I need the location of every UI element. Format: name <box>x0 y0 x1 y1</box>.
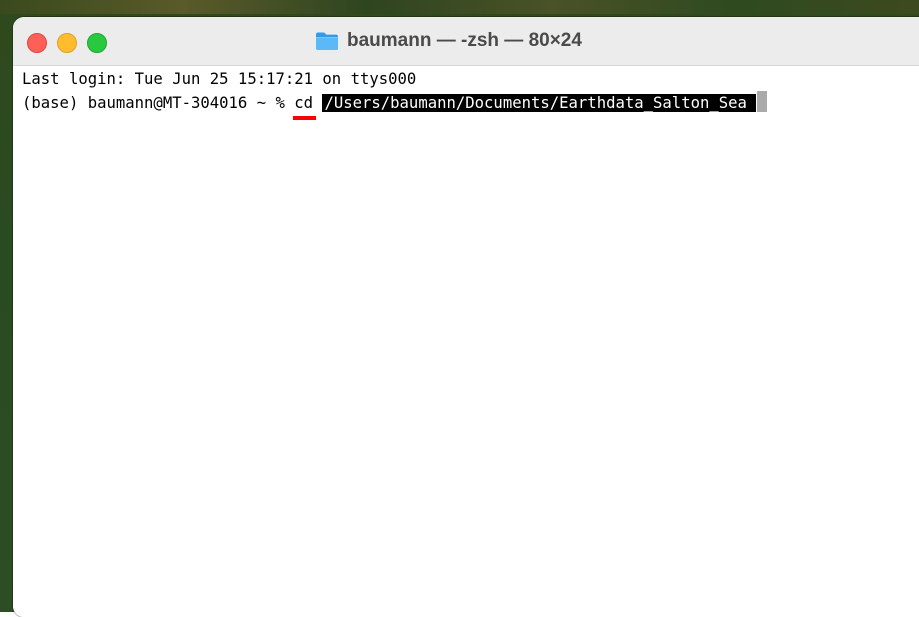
cd-command: cd <box>293 94 317 120</box>
window-title-group: baumann — -zsh — 80×24 <box>315 29 582 53</box>
terminal-content[interactable]: Last login: Tue Jun 25 15:17:21 on ttys0… <box>13 66 919 617</box>
terminal-window: baumann — -zsh — 80×24 Last login: Tue J… <box>13 17 919 617</box>
minimize-button[interactable] <box>57 33 77 53</box>
text-cursor <box>757 91 768 112</box>
annotation-underline <box>293 116 317 120</box>
shell-prompt: (base) baumann@MT-304016 ~ % <box>22 94 295 112</box>
title-bar[interactable]: baumann — -zsh — 80×24 <box>13 17 919 66</box>
selected-path-argument[interactable]: /Users/baumann/Documents/Earthdata_Salto… <box>322 94 757 112</box>
folder-icon <box>316 32 338 50</box>
last-login-line: Last login: Tue Jun 25 15:17:21 on ttys0… <box>22 70 417 88</box>
desktop-wallpaper-strip <box>0 0 919 14</box>
cd-command-text: cd <box>294 94 314 112</box>
zoom-button[interactable] <box>87 33 107 53</box>
window-title: baumann — -zsh — 80×24 <box>347 30 582 51</box>
close-button[interactable] <box>27 33 47 53</box>
command-line: (base) baumann@MT-304016 ~ % cd /Users/b… <box>22 91 768 120</box>
